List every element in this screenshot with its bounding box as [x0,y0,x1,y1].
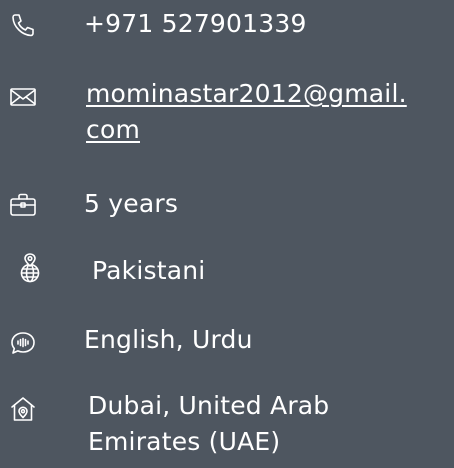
phone-number[interactable]: +971 527901339 [84,6,307,42]
nationality-value: Pakistani [92,256,206,285]
email-link[interactable]: mominastar2012@gmail. com [86,76,407,148]
mail-icon [8,82,38,112]
email-link-line2: com [86,115,140,144]
contact-location-row: Dubai, United Arab Emirates (UAE) [0,388,454,468]
languages-value: English, Urdu [84,325,253,354]
location-value: Dubai, United Arab Emirates (UAE) [88,388,329,460]
contact-languages-row: English, Urdu [0,320,454,360]
briefcase-icon [8,190,38,220]
contact-phone-row: +971 527901339 [0,4,454,44]
experience-value: 5 years [84,189,179,218]
location-line1: Dubai, United Arab [88,391,330,420]
contact-email-row: mominastar2012@gmail. com [0,76,454,156]
globe-pin-icon [15,253,45,283]
contact-experience-row: 5 years [0,184,454,224]
email-link-line1: mominastar2012@gmail. [86,79,407,108]
contact-nationality-row: Pakistani [0,251,454,291]
phone-icon [8,10,38,40]
location-line2: Emirates (UAE) [88,427,281,456]
speech-bubble-icon [8,328,38,358]
home-pin-icon [8,394,38,424]
